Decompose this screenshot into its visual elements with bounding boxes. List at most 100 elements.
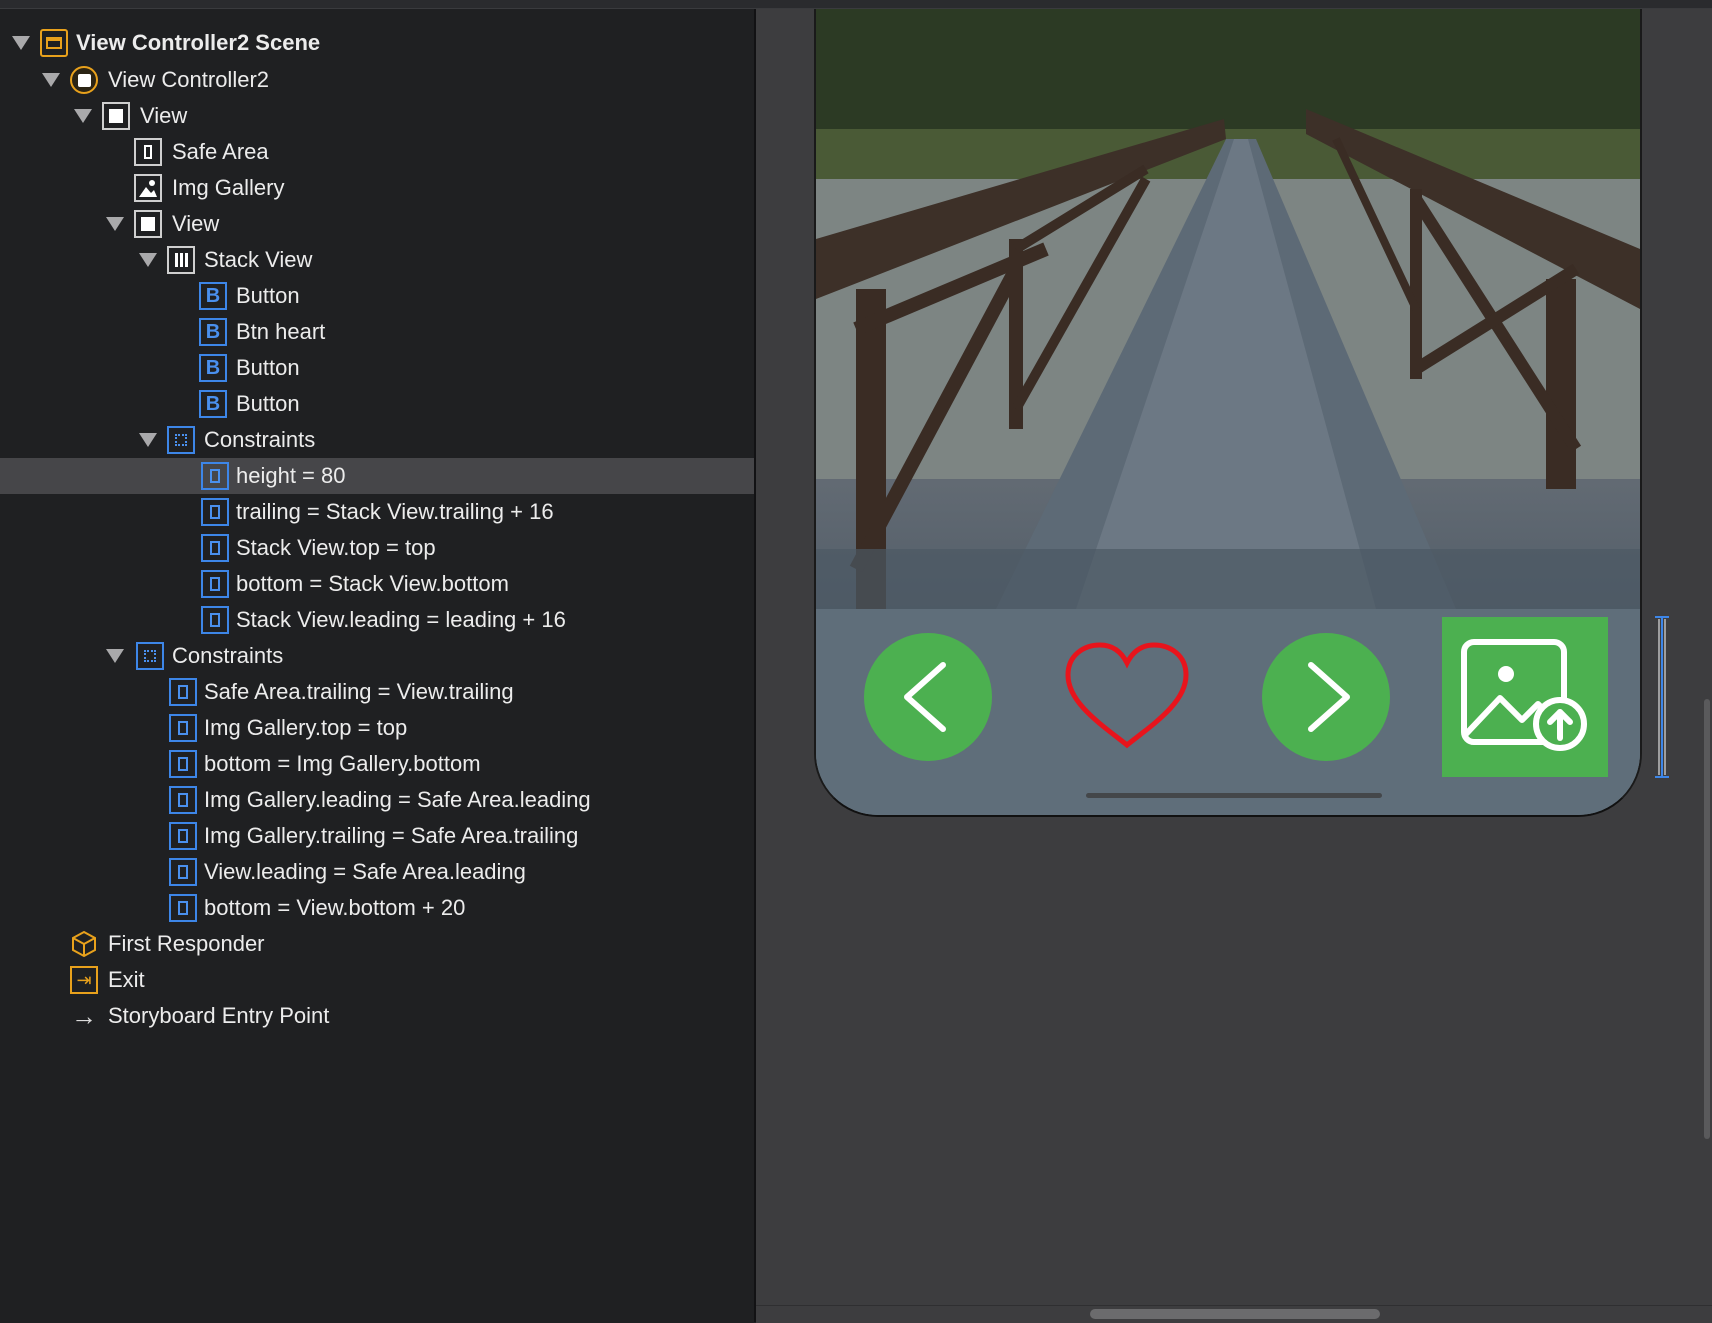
constraint-icon bbox=[169, 750, 197, 778]
chevron-left-icon bbox=[904, 662, 946, 732]
constraints-icon bbox=[167, 426, 195, 454]
outline-item-constraint[interactable]: bottom = View.bottom + 20 bbox=[0, 890, 754, 926]
disclosure-triangle-icon[interactable] bbox=[137, 429, 159, 451]
upload-image-button[interactable] bbox=[1442, 617, 1608, 777]
constraint-icon bbox=[201, 498, 229, 526]
previous-button[interactable] bbox=[864, 633, 992, 761]
constraint-icon bbox=[169, 786, 197, 814]
outline-item-label: View bbox=[172, 211, 220, 236]
view-controller-icon bbox=[70, 66, 98, 94]
outline-item-label: height = 80 bbox=[236, 463, 346, 488]
disclosure-triangle-icon[interactable] bbox=[104, 645, 126, 667]
constraint-icon bbox=[201, 534, 229, 562]
button-icon: B bbox=[199, 318, 227, 346]
outline-item-label: Button bbox=[236, 391, 300, 416]
outline-item-view[interactable]: View bbox=[0, 98, 754, 134]
outline-item-constraint[interactable]: Img Gallery.trailing = Safe Area.trailin… bbox=[0, 818, 754, 854]
button-icon: B bbox=[199, 282, 227, 310]
outline-item-img-gallery[interactable]: Img Gallery bbox=[0, 170, 754, 206]
scene-icon bbox=[40, 29, 68, 57]
outline-item-label: Constraints bbox=[172, 643, 284, 668]
outline-item-label: Safe Area bbox=[172, 139, 269, 164]
outline-item-view-controller[interactable]: View Controller2 bbox=[0, 62, 754, 98]
constraint-height-handle[interactable] bbox=[1654, 615, 1670, 779]
outline-item-label: Stack View.leading = leading + 16 bbox=[236, 607, 566, 632]
stack-view-icon bbox=[167, 246, 195, 274]
outline-item-label: Safe Area.trailing = View.trailing bbox=[204, 679, 514, 704]
arrow-right-icon: → bbox=[71, 1000, 97, 1031]
outline-item-view[interactable]: View bbox=[0, 206, 754, 242]
horizontal-scrollbar[interactable] bbox=[1090, 1309, 1380, 1319]
outline-item-label: Img Gallery.leading = Safe Area.leading bbox=[204, 787, 591, 812]
outline-item-label: Img Gallery.top = top bbox=[204, 715, 408, 740]
chevron-right-icon bbox=[1308, 662, 1350, 732]
outline-item-first-responder[interactable]: First Responder bbox=[0, 926, 754, 962]
outline-item-label: Img Gallery bbox=[172, 175, 285, 200]
outline-item-label: View bbox=[140, 103, 188, 128]
button-icon: B bbox=[199, 354, 227, 382]
outline-item-stack-view[interactable]: Stack View bbox=[0, 242, 754, 278]
outline-item-label: Img Gallery.trailing = Safe Area.trailin… bbox=[204, 823, 579, 848]
img-gallery-photo bbox=[816, 9, 1640, 609]
disclosure-triangle-icon[interactable] bbox=[72, 105, 94, 127]
image-upload-icon bbox=[1461, 639, 1587, 751]
outline-item-label: Exit bbox=[108, 967, 145, 992]
next-button[interactable] bbox=[1262, 633, 1390, 761]
exit-icon: ⇥ bbox=[70, 966, 98, 994]
constraint-icon bbox=[201, 570, 229, 598]
outline-item-scene[interactable]: View Controller2 Scene bbox=[0, 25, 754, 61]
outline-item-label: bottom = Stack View.bottom bbox=[236, 571, 509, 596]
outline-item-entry-point[interactable]: → Storyboard Entry Point bbox=[0, 998, 754, 1034]
outline-item-label: Button bbox=[236, 283, 300, 308]
outline-item-label: Btn heart bbox=[236, 319, 326, 344]
outline-item-label: Stack View bbox=[204, 247, 313, 272]
first-responder-icon bbox=[70, 930, 98, 958]
constraint-icon bbox=[169, 894, 197, 922]
outline-item-exit[interactable]: ⇥ Exit bbox=[0, 962, 754, 998]
button-icon: B bbox=[199, 390, 227, 418]
vertical-scrollbar[interactable] bbox=[1704, 699, 1710, 1139]
constraint-icon bbox=[169, 858, 197, 886]
outline-item-constraint[interactable]: Safe Area.trailing = View.trailing bbox=[0, 674, 754, 710]
outline-item-constraint[interactable]: Stack View.leading = leading + 16 bbox=[0, 602, 754, 638]
disclosure-triangle-icon[interactable] bbox=[10, 32, 32, 54]
storyboard-canvas[interactable] bbox=[756, 9, 1712, 1323]
outline-item-constraint[interactable]: Stack View.top = top bbox=[0, 530, 754, 566]
document-outline: View Controller2 Scene View Controller2 … bbox=[0, 9, 756, 1322]
outline-item-label: trailing = Stack View.trailing + 16 bbox=[236, 499, 554, 524]
outline-item-label: First Responder bbox=[108, 931, 265, 956]
window-top-border bbox=[0, 0, 1712, 9]
view-icon bbox=[102, 102, 130, 130]
outline-item-safe-area[interactable]: Safe Area bbox=[0, 134, 754, 170]
outline-item-constraints[interactable]: Constraints bbox=[0, 638, 754, 674]
outline-item-constraint[interactable]: trailing = Stack View.trailing + 16 bbox=[0, 494, 754, 530]
outline-item-button[interactable]: B Button bbox=[0, 386, 754, 422]
device-frame bbox=[814, 9, 1642, 817]
btn-heart[interactable] bbox=[1062, 635, 1192, 759]
outline-item-label: View.leading = Safe Area.leading bbox=[204, 859, 526, 884]
view-icon bbox=[134, 210, 162, 238]
outline-item-label: Stack View.top = top bbox=[236, 535, 436, 560]
outline-item-constraint[interactable]: bottom = Img Gallery.bottom bbox=[0, 746, 754, 782]
outline-item-constraint-selected[interactable]: height = 80 bbox=[0, 458, 754, 494]
home-indicator bbox=[1086, 793, 1382, 798]
constraint-icon bbox=[169, 678, 197, 706]
outline-item-button[interactable]: B Button bbox=[0, 350, 754, 386]
outline-item-button[interactable]: B Button bbox=[0, 278, 754, 314]
disclosure-triangle-icon[interactable] bbox=[137, 249, 159, 271]
constraints-icon bbox=[136, 642, 164, 670]
outline-item-constraint[interactable]: Img Gallery.top = top bbox=[0, 710, 754, 746]
disclosure-triangle-icon[interactable] bbox=[40, 69, 62, 91]
disclosure-triangle-icon[interactable] bbox=[104, 213, 126, 235]
outline-item-constraint[interactable]: Img Gallery.leading = Safe Area.leading bbox=[0, 782, 754, 818]
outline-item-label: Storyboard Entry Point bbox=[108, 1003, 330, 1028]
outline-item-label: bottom = View.bottom + 20 bbox=[204, 895, 466, 920]
outline-item-constraints[interactable]: Constraints bbox=[0, 422, 754, 458]
image-view-icon bbox=[134, 174, 162, 202]
outline-item-constraint[interactable]: bottom = Stack View.bottom bbox=[0, 566, 754, 602]
outline-item-constraint[interactable]: View.leading = Safe Area.leading bbox=[0, 854, 754, 890]
outline-item-btn-heart[interactable]: B Btn heart bbox=[0, 314, 754, 350]
constraint-icon bbox=[201, 462, 229, 490]
outline-item-label: Constraints bbox=[204, 427, 316, 452]
horizontal-scrollbar-track bbox=[756, 1305, 1712, 1323]
